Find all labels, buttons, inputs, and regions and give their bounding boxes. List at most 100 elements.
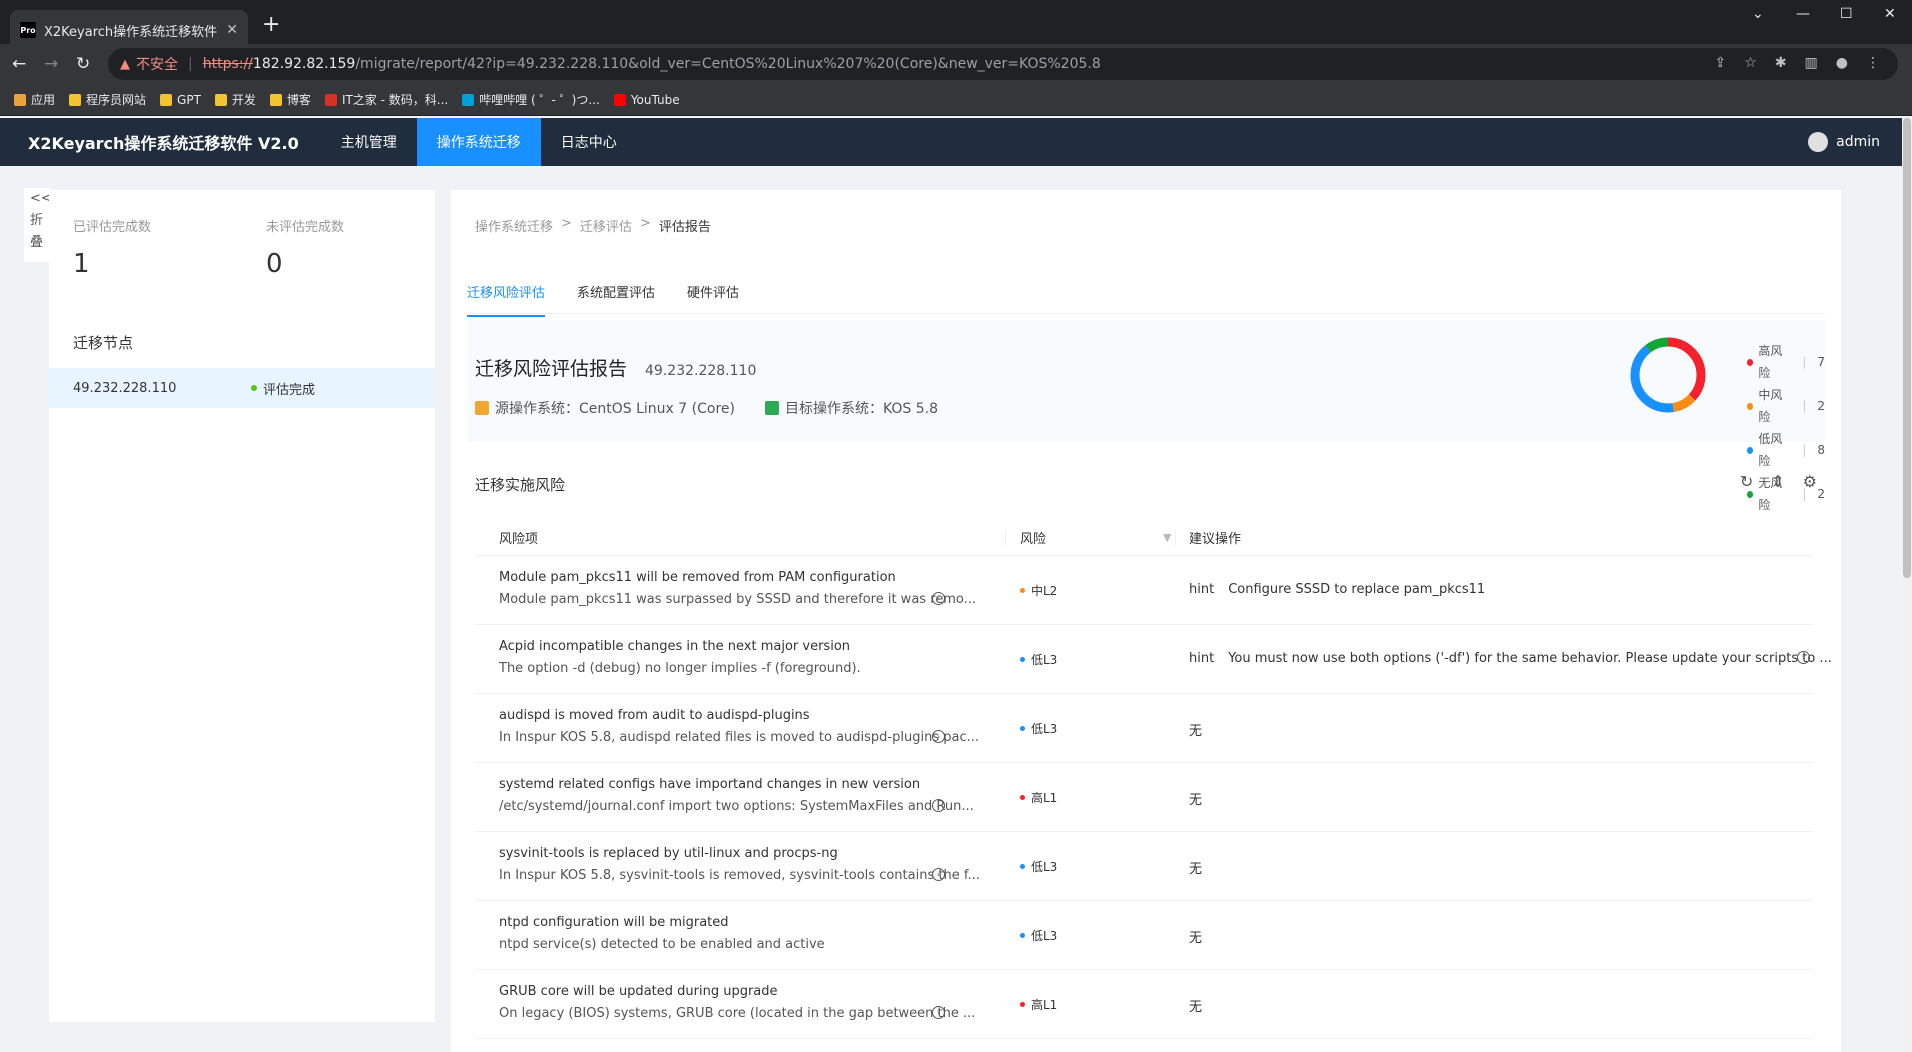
settings-gear-icon[interactable]: ⚙ bbox=[1803, 472, 1817, 491]
bookmark-ithome[interactable]: IT之家 - 数码，科... bbox=[324, 91, 448, 108]
menu-log-center[interactable]: 日志中心 bbox=[541, 118, 637, 166]
risk-title: audispd is moved from audit to audispd-p… bbox=[499, 708, 810, 723]
bookmark-bilibili[interactable]: 哔哩哔哩 ( ゜- ゜)つ... bbox=[462, 91, 600, 108]
close-tab-icon[interactable]: ✕ bbox=[226, 22, 238, 38]
risk-title: ntpd configuration will be migrated bbox=[499, 915, 729, 930]
bookmark-folder[interactable]: GPT bbox=[160, 93, 201, 107]
menu-host-management[interactable]: 主机管理 bbox=[321, 118, 417, 166]
done-label: 已评估完成数 bbox=[73, 220, 152, 235]
breadcrumb-item[interactable]: 迁移评估 bbox=[580, 216, 632, 235]
risk-description: The option -d (debug) no longer implies … bbox=[499, 661, 861, 676]
collapse-button[interactable]: << 折 叠 bbox=[24, 188, 52, 262]
profile-icon[interactable]: ● bbox=[1836, 55, 1848, 71]
browser-tabstrip: Pro X2Keyarch操作系统迁移软件 V ✕ + ⌄ — ☐ ✕ bbox=[0, 0, 1912, 50]
tab-hardware[interactable]: 硬件评估 bbox=[687, 282, 739, 317]
legend-count: 2 bbox=[1817, 487, 1825, 501]
breadcrumb-item[interactable]: 操作系统迁移 bbox=[475, 216, 553, 235]
breadcrumb-current: 评估报告 bbox=[658, 220, 711, 235]
density-icon[interactable]: ⇕ bbox=[1771, 472, 1784, 491]
expand-icon[interactable]: › bbox=[932, 868, 945, 881]
bookmark-folder[interactable]: 博客 bbox=[269, 91, 311, 108]
col-divider bbox=[1005, 530, 1006, 546]
report-ip: 49.232.228.110 bbox=[645, 363, 757, 379]
folder-icon bbox=[269, 93, 282, 106]
youtube-icon bbox=[613, 93, 626, 106]
forward-icon[interactable]: → bbox=[44, 54, 58, 74]
bookmark-folder[interactable]: 开发 bbox=[214, 91, 256, 108]
legend-high[interactable]: 高风险 | 7 bbox=[1747, 340, 1825, 384]
folder-icon bbox=[69, 93, 82, 106]
bookmark-folder[interactable]: 程序员网站 bbox=[69, 91, 146, 108]
undone-value: 0 bbox=[266, 249, 283, 279]
filter-icon[interactable]: ▼ bbox=[1163, 531, 1171, 544]
close-window-icon[interactable]: ✕ bbox=[1884, 6, 1896, 22]
table-row[interactable]: audispd is moved from audit to audispd-p… bbox=[475, 694, 1813, 763]
bilibili-icon bbox=[462, 93, 475, 106]
risk-title: sysvinit-tools is replaced by util-linux… bbox=[499, 846, 838, 861]
bookmark-youtube[interactable]: YouTube bbox=[613, 93, 680, 107]
back-icon[interactable]: ← bbox=[12, 54, 26, 74]
share-icon[interactable]: ⇪ bbox=[1715, 55, 1727, 71]
hint-tag: hint bbox=[1189, 651, 1215, 666]
scrollbar-thumb[interactable] bbox=[1903, 118, 1911, 578]
col-action: 建议操作 bbox=[1189, 532, 1242, 547]
expand-icon[interactable]: › bbox=[1797, 651, 1810, 664]
menu-os-migration[interactable]: 操作系统迁移 bbox=[416, 118, 541, 166]
maximize-icon[interactable]: ☐ bbox=[1840, 6, 1853, 22]
address-bar[interactable]: ▲ 不安全 | https:// 182.92.82.159 /migrate/… bbox=[108, 48, 1898, 80]
bookmark-apps[interactable]: 应用 bbox=[14, 91, 55, 108]
table-row[interactable]: ntpd configuration will be migrated ntpd … bbox=[475, 901, 1813, 970]
action-text: You must now use both options ('-df') fo… bbox=[1228, 651, 1832, 666]
done-stat: 已评估完成数 1 bbox=[73, 216, 151, 279]
page-scrollbar[interactable] bbox=[1902, 118, 1912, 1052]
collapse-arrows: << bbox=[30, 191, 52, 206]
table-row[interactable]: GRUB core will be updated during upgrade… bbox=[475, 970, 1813, 1039]
table-row[interactable]: sysvinit-tools is replaced by util-linux… bbox=[475, 832, 1813, 901]
sidepanel-icon[interactable]: ▥ bbox=[1805, 55, 1818, 71]
risk-description: /etc/systemd/journal.conf import two opt… bbox=[499, 799, 974, 814]
risk-title: Module pam_pkcs11 will be removed from P… bbox=[499, 570, 896, 585]
tab-system-config[interactable]: 系统配置评估 bbox=[577, 282, 655, 317]
undone-label: 未评估完成数 bbox=[266, 220, 345, 235]
report-tabs: 迁移风险评估 系统配置评估 硬件评估 bbox=[467, 282, 739, 317]
risk-description: In Inspur KOS 5.8, audispd related files… bbox=[499, 730, 979, 745]
expand-icon[interactable]: › bbox=[932, 592, 945, 605]
suggested-action: hint Configure SSSD to replace pam_pkcs11 bbox=[1189, 582, 1485, 597]
address-path: /migrate/report/42?ip=49.232.228.110&old… bbox=[355, 56, 1101, 72]
risk-title: Acpid incompatible changes in the next m… bbox=[499, 639, 851, 654]
action-text: Configure SSSD to replace pam_pkcs11 bbox=[1228, 582, 1486, 597]
refresh-icon[interactable]: ↻ bbox=[1740, 472, 1753, 491]
risk-dot-icon bbox=[1020, 726, 1025, 731]
expand-icon[interactable]: › bbox=[932, 799, 945, 812]
menu-icon[interactable]: ⋮ bbox=[1866, 55, 1880, 71]
bookmark-star-icon[interactable]: ☆ bbox=[1744, 55, 1757, 71]
table-row[interactable]: Module pam_pkcs11 will be removed from P… bbox=[475, 556, 1813, 625]
minimize-icon[interactable]: — bbox=[1796, 6, 1810, 22]
tab-risk-assessment[interactable]: 迁移风险评估 bbox=[467, 282, 546, 317]
col-risk-item: 风险项 bbox=[499, 532, 539, 547]
table-row[interactable]: Acpid incompatible changes in the next m… bbox=[475, 625, 1832, 694]
suggested-action: 无 bbox=[1189, 724, 1203, 739]
legend-medium[interactable]: 中风险 | 2 bbox=[1747, 384, 1825, 428]
risk-level: 高L1 bbox=[1020, 789, 1057, 806]
source-os-icon bbox=[475, 401, 489, 415]
expand-icon[interactable]: › bbox=[932, 730, 945, 743]
legend-count: 7 bbox=[1817, 355, 1825, 369]
legend-separator: | bbox=[1802, 399, 1807, 413]
user-menu[interactable]: admin bbox=[1808, 118, 1880, 166]
expand-icon[interactable]: › bbox=[932, 1006, 945, 1019]
tab-search-icon[interactable]: ⌄ bbox=[1752, 6, 1764, 22]
target-os-icon bbox=[764, 401, 779, 415]
new-tab-icon[interactable]: + bbox=[262, 14, 280, 36]
done-value: 1 bbox=[73, 249, 90, 279]
table-row[interactable]: systemd related configs have importand c… bbox=[475, 763, 1813, 832]
node-item[interactable]: 49.232.228.110 评估完成 bbox=[49, 368, 435, 408]
target-os: 目标操作系统：KOS 5.8 bbox=[764, 398, 938, 418]
nodes-title: 迁移节点 bbox=[73, 334, 134, 352]
extensions-icon[interactable]: ✱ bbox=[1775, 55, 1787, 71]
risk-title: systemd related configs have importand c… bbox=[499, 777, 921, 792]
risk-donut-chart bbox=[1630, 337, 1706, 413]
reload-icon[interactable]: ↻ bbox=[76, 54, 90, 74]
risk-dot-icon bbox=[1020, 588, 1025, 593]
legend-low[interactable]: 低风险 | 8 bbox=[1747, 428, 1825, 472]
